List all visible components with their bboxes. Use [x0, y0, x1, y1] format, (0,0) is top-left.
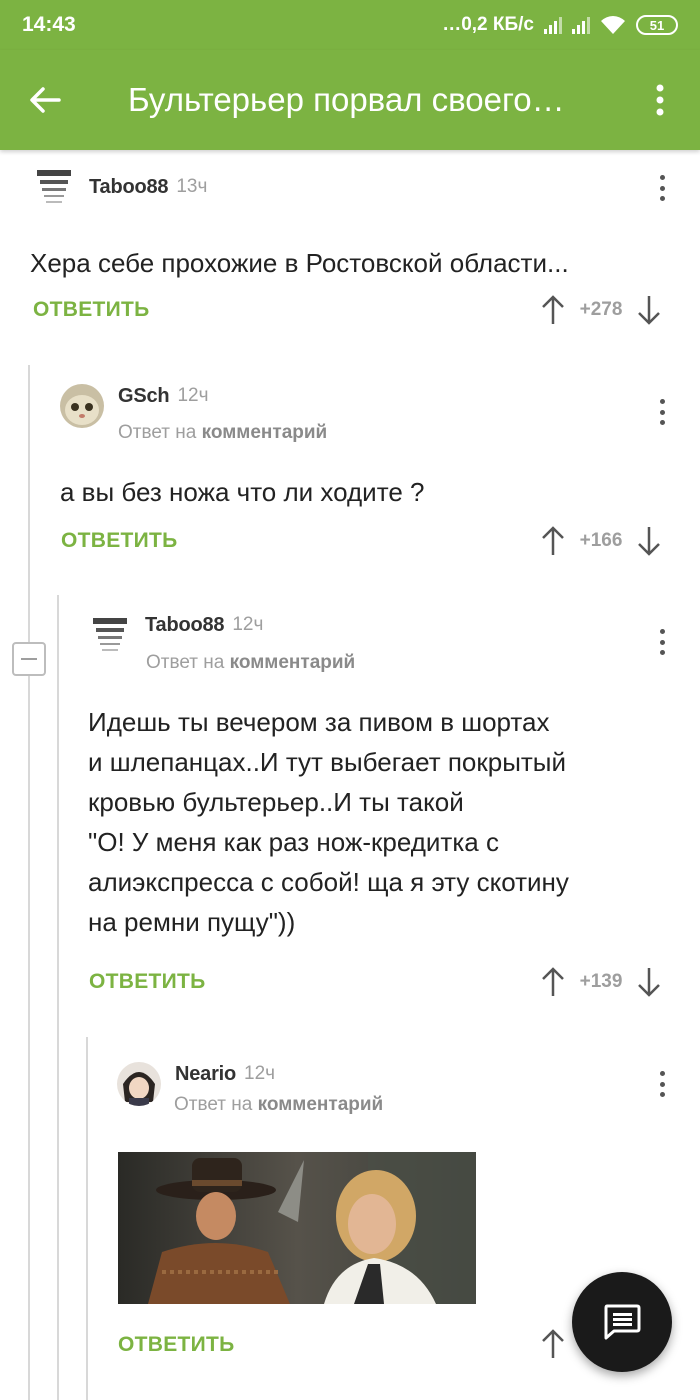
comment-time: 12ч: [232, 614, 264, 635]
vote-score: +166: [579, 530, 623, 551]
thread-line-level-1: [28, 365, 30, 1400]
reply-button[interactable]: ОТВЕТИТЬ: [33, 298, 150, 322]
comment-author[interactable]: Taboo88: [89, 176, 169, 199]
comment-time: 12ч: [244, 1063, 276, 1084]
status-right: …0,2 КБ/с 51: [442, 14, 678, 36]
status-time: 14:43: [22, 13, 76, 36]
comment-menu-button[interactable]: [650, 172, 674, 204]
reply-button[interactable]: ОТВЕТИТЬ: [89, 970, 206, 994]
comment-text: Идешь ты вечером за пивом в шортах и шле…: [88, 707, 569, 937]
comment-text: Хера себе прохожие в Ростовской области.…: [30, 248, 569, 278]
comment-author[interactable]: GSch: [118, 385, 170, 408]
vote-block: +139: [540, 966, 662, 998]
wifi-icon: [601, 16, 625, 34]
vote-block: [540, 1328, 566, 1360]
vote-block: +278: [540, 294, 662, 326]
back-button[interactable]: [0, 50, 90, 150]
comment-time: 12ч: [177, 385, 209, 406]
comment-text: а вы без ножа что ли ходите ?: [60, 477, 425, 507]
signal-icon: [544, 16, 562, 34]
comment-author[interactable]: Neario: [175, 1063, 236, 1086]
back-arrow-icon: [30, 87, 61, 113]
comment-image[interactable]: [118, 1152, 476, 1304]
reply-to-link[interactable]: комментарий: [258, 1094, 384, 1115]
comment-menu-button[interactable]: [650, 626, 674, 658]
comment-header: Taboo88 13ч: [33, 166, 207, 208]
reply-button[interactable]: ОТВЕТИТЬ: [61, 529, 178, 553]
comment-author[interactable]: Taboo88: [145, 614, 225, 637]
eye-chart-avatar-icon: [33, 166, 75, 208]
comment-fab-icon: [604, 1304, 641, 1340]
reply-button[interactable]: ОТВЕТИТЬ: [118, 1333, 235, 1357]
thread-line-level-3: [86, 1037, 88, 1400]
anime-avatar-icon: [117, 1062, 161, 1106]
battery-icon: 51: [636, 15, 678, 35]
thread-line-level-2: [57, 595, 59, 1400]
vote-score: +139: [579, 971, 623, 992]
upvote-arrow-icon[interactable]: [540, 525, 566, 557]
comment-menu-button[interactable]: [650, 396, 674, 428]
vote-score: +278: [579, 299, 623, 320]
reply-to-label: Ответ на комментарий: [174, 1094, 384, 1115]
upvote-arrow-icon[interactable]: [540, 1328, 566, 1360]
upvote-arrow-icon[interactable]: [540, 966, 566, 998]
movie-still-image: [118, 1152, 476, 1304]
reply-to-link[interactable]: комментарий: [202, 422, 328, 443]
downvote-arrow-icon[interactable]: [636, 294, 662, 326]
avatar[interactable]: [89, 614, 131, 656]
collapse-minus-icon: [21, 658, 37, 660]
network-speed: …0,2 КБ/с: [442, 14, 534, 35]
more-vert-icon: [656, 84, 664, 116]
status-bar: 14:43 …0,2 КБ/с 51: [0, 0, 700, 50]
new-comment-fab[interactable]: [572, 1272, 672, 1372]
app-bar: Бультерьер порвал своего…: [0, 50, 700, 150]
downvote-arrow-icon[interactable]: [636, 966, 662, 998]
comment-time: 13ч: [176, 176, 208, 197]
vote-block: +166: [540, 525, 662, 557]
avatar[interactable]: [60, 384, 104, 428]
reply-to-label: Ответ на комментарий: [146, 652, 356, 673]
upvote-arrow-icon[interactable]: [540, 294, 566, 326]
downvote-arrow-icon[interactable]: [636, 525, 662, 557]
app-menu-button[interactable]: [620, 50, 700, 150]
collapse-thread-button[interactable]: [12, 642, 46, 676]
page-title: Бультерьер порвал своего…: [128, 81, 565, 118]
avatar[interactable]: [117, 1062, 161, 1106]
reply-to-label: Ответ на комментарий: [118, 422, 328, 443]
avatar[interactable]: [33, 166, 75, 208]
reply-to-link[interactable]: комментарий: [230, 652, 356, 673]
eye-chart-avatar-icon: [89, 614, 131, 656]
comment-header: Taboo88 12ч: [89, 614, 263, 656]
signal-icon-2: [572, 16, 590, 34]
cat-avatar-icon: [60, 384, 104, 428]
comment-menu-button[interactable]: [650, 1068, 674, 1100]
